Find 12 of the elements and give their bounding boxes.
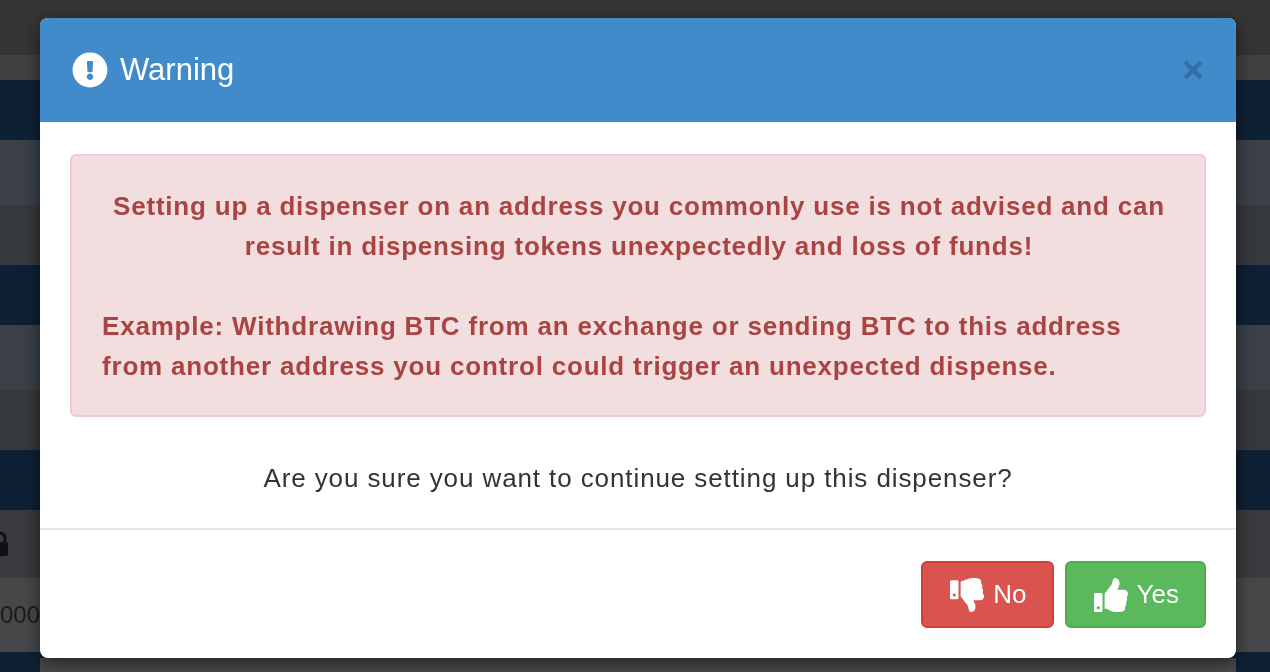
lock-icon [0,531,9,557]
thumbs-up-icon [1093,577,1128,612]
warning-message: Setting up a dispenser on an address you commonly use is not advised and can result in dispensing tokens unexpectedly and loss of funds! [112,190,1166,263]
dialog-title: Warning [120,51,235,89]
yes-button[interactable]: Yes [1064,561,1206,628]
example-message: Example: Withdrawing BTC from an exchange or sending BTC to this address from another address you control could trigger an unexpected dispense. [102,310,1123,383]
no-button[interactable]: No [921,561,1054,628]
close-icon [1183,60,1203,80]
thumbs-down-icon [950,577,985,612]
exclamation-icon [72,52,108,88]
close-button[interactable] [1182,59,1204,81]
confirmation-question: Are you sure you want to continue setting up this dispenser? [262,462,1014,495]
